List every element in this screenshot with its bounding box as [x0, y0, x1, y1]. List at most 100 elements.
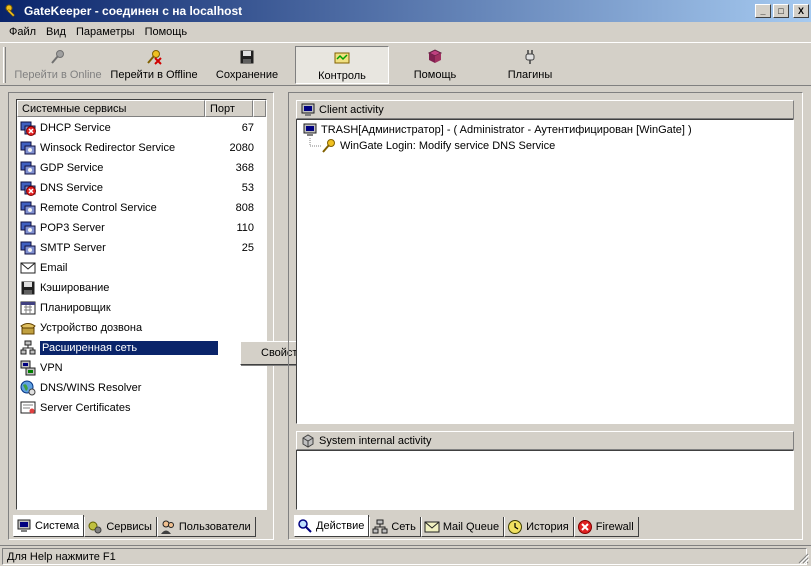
- service-row[interactable]: SMTP Server 25: [18, 238, 258, 258]
- system-activity-header[interactable]: System internal activity: [296, 431, 794, 450]
- right-tab-bar: Действие Сеть Mail Queue История Firewal…: [294, 515, 639, 537]
- network-icon: [372, 519, 388, 535]
- service-name: Email: [40, 262, 68, 274]
- service-name: DHCP Service: [40, 122, 111, 134]
- tab-services-label: Сервисы: [106, 520, 152, 533]
- service-row[interactable]: VPN: [18, 358, 258, 378]
- service-name: Server Certificates: [40, 402, 131, 414]
- tree-item-session[interactable]: TRASH[Администратор] - ( Administrator -…: [302, 122, 692, 138]
- key-icon: [321, 138, 337, 154]
- service-row[interactable]: Server Certificates: [18, 398, 258, 418]
- service-icon: [20, 160, 36, 176]
- tree-item-login[interactable]: WinGate Login: Modify service DNS Servic…: [321, 138, 555, 154]
- service-row[interactable]: Remote Control Service 808: [18, 198, 258, 218]
- help-label: Помощь: [413, 69, 457, 81]
- users-icon: [160, 519, 176, 535]
- service-stopped-icon: [20, 180, 36, 196]
- column-header-services[interactable]: Системные сервисы: [17, 100, 205, 117]
- service-icon: [20, 240, 36, 256]
- status-text: Для Help нажмите F1: [2, 548, 807, 565]
- globe-icon: [20, 380, 36, 396]
- tab-network-label: Сеть: [391, 520, 416, 533]
- left-tab-bar: Система Сервисы Пользователи: [13, 515, 256, 537]
- service-icon: [20, 200, 36, 216]
- service-row[interactable]: POP3 Server 110: [18, 218, 258, 238]
- save-label: Сохранение: [215, 69, 279, 81]
- tree-item-login-label: WinGate Login: Modify service DNS Servic…: [340, 140, 556, 152]
- column-header-port[interactable]: Порт: [205, 100, 253, 117]
- service-row[interactable]: DNS/WINS Resolver: [18, 378, 258, 398]
- size-grip-icon[interactable]: [797, 552, 809, 564]
- service-row[interactable]: Планировщик: [18, 298, 258, 318]
- service-row[interactable]: Устройство дозвона: [18, 318, 258, 338]
- toolbar-grip[interactable]: [3, 47, 6, 83]
- go-offline-button[interactable]: Перейти в Offline: [106, 46, 202, 84]
- service-row[interactable]: Email: [18, 258, 258, 278]
- menu-view[interactable]: Вид: [41, 26, 71, 38]
- service-name: Устройство дозвона: [40, 322, 143, 334]
- menu-file[interactable]: Файл: [4, 26, 41, 38]
- tab-mail-queue[interactable]: Mail Queue: [420, 517, 505, 537]
- key-icon: [49, 48, 67, 66]
- save-button[interactable]: Сохранение: [206, 46, 288, 84]
- service-row[interactable]: Расширенная сеть: [18, 338, 258, 358]
- tab-network[interactable]: Сеть: [369, 517, 421, 537]
- go-online-button[interactable]: Перейти в Online: [12, 46, 104, 84]
- service-name: Winsock Redirector Service: [40, 142, 176, 154]
- service-name: SMTP Server: [40, 242, 106, 254]
- tab-services[interactable]: Сервисы: [84, 517, 157, 537]
- service-icon: [20, 220, 36, 236]
- service-row[interactable]: Winsock Redirector Service 2080: [18, 138, 258, 158]
- service-port: 368: [235, 162, 254, 174]
- system-activity-area[interactable]: [296, 450, 794, 510]
- close-button[interactable]: X: [793, 4, 809, 18]
- service-row[interactable]: GDP Service 368: [18, 158, 258, 178]
- floppy-icon: [20, 280, 36, 296]
- minimize-button[interactable]: _: [755, 4, 771, 18]
- vpn-icon: [20, 360, 36, 376]
- plug-icon: [521, 48, 539, 66]
- service-port: 2080: [229, 142, 254, 154]
- service-port: 53: [241, 182, 254, 194]
- tab-system-label: Система: [35, 519, 80, 532]
- client-activity-header[interactable]: Client activity: [296, 100, 794, 119]
- tab-history-label: История: [526, 520, 569, 533]
- tab-firewall[interactable]: Firewall: [573, 517, 639, 537]
- services-list: DHCP Service 67 Winsock Redirector Service…: [18, 118, 258, 418]
- service-name: Планировщик: [40, 302, 111, 314]
- service-name: DNS/WINS Resolver: [40, 382, 142, 394]
- tab-users-label: Пользователи: [178, 520, 251, 533]
- go-online-label: Перейти в Online: [14, 69, 102, 81]
- monitor-button[interactable]: Контроль: [295, 46, 389, 84]
- plugins-label: Плагины: [507, 69, 553, 81]
- tab-firewall-label: Firewall: [595, 520, 634, 533]
- computer-icon: [16, 518, 32, 534]
- client-activity-title: Client activity: [319, 103, 384, 116]
- service-name: GDP Service: [40, 162, 104, 174]
- service-port: 110: [236, 222, 254, 234]
- menu-help[interactable]: Помощь: [140, 26, 193, 38]
- client-activity-tree[interactable]: [296, 119, 794, 424]
- service-row[interactable]: Кэширование: [18, 278, 258, 298]
- tab-users[interactable]: Пользователи: [156, 517, 256, 537]
- maximize-button[interactable]: □: [773, 4, 789, 18]
- status-bar: Для Help нажмите F1: [0, 545, 811, 566]
- tab-system[interactable]: Система: [13, 515, 85, 537]
- tab-action[interactable]: Действие: [294, 515, 370, 537]
- service-row[interactable]: DNS Service 53: [18, 178, 258, 198]
- cube-icon: [301, 433, 315, 448]
- pane-splitter[interactable]: [279, 92, 285, 540]
- plugins-button[interactable]: Плагины: [490, 46, 570, 84]
- menu-options[interactable]: Параметры: [71, 26, 140, 38]
- app-key-icon: [4, 3, 20, 19]
- calendar-icon: [20, 300, 36, 316]
- service-port: 67: [241, 122, 254, 134]
- certificate-icon: [20, 400, 36, 416]
- tab-history[interactable]: История: [504, 517, 574, 537]
- service-name: VPN: [40, 362, 63, 374]
- gears-icon: [87, 519, 103, 535]
- window-title: GateKeeper - соединен с на localhost: [24, 4, 243, 18]
- service-row[interactable]: DHCP Service 67: [18, 118, 258, 138]
- help-button[interactable]: Помощь: [395, 46, 475, 84]
- monitor-label: Контроль: [318, 70, 366, 82]
